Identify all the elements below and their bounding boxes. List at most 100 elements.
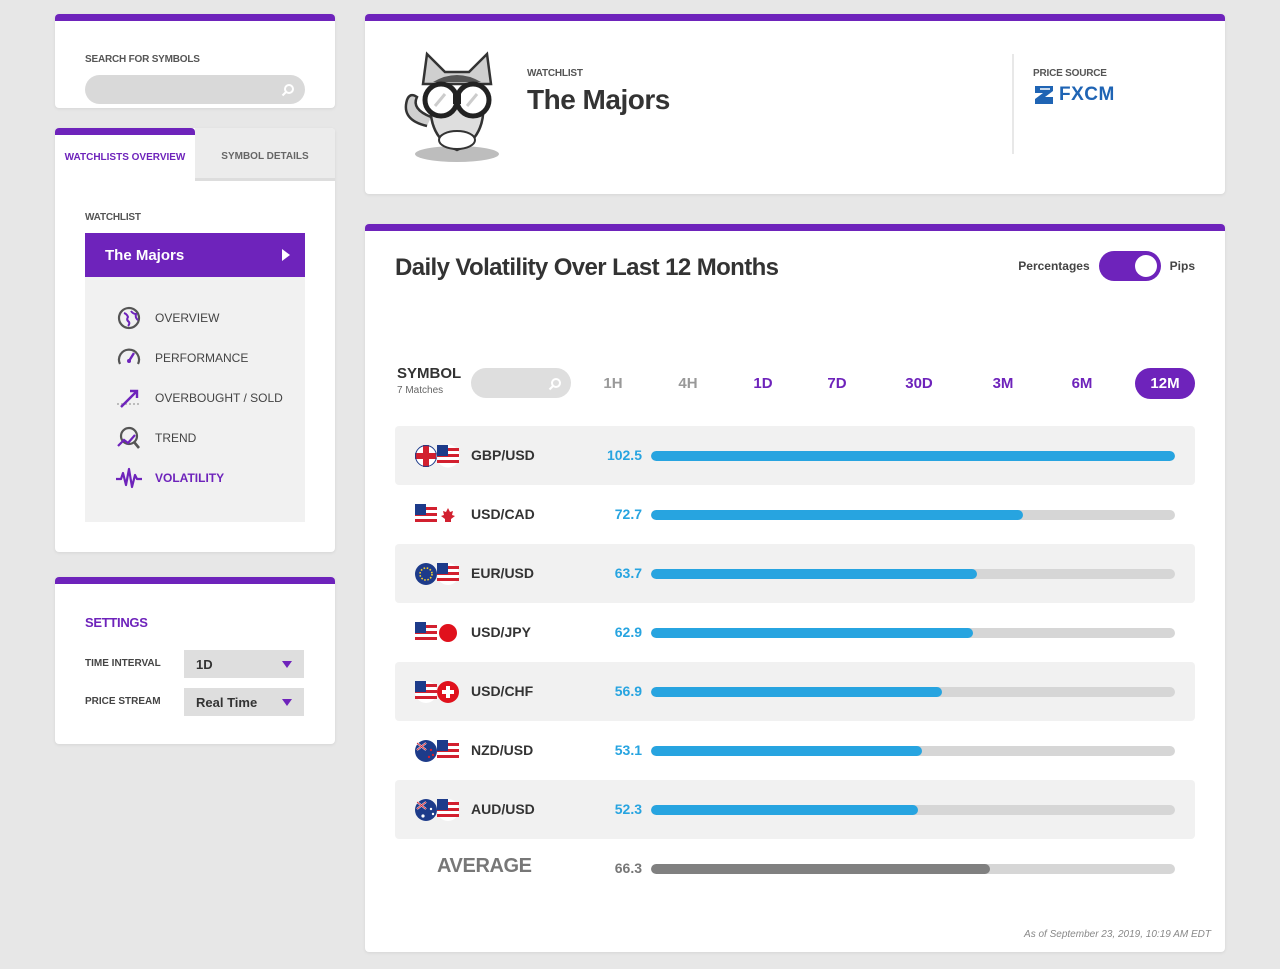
table-row[interactable]: NZD/USD 53.1 [395, 721, 1195, 780]
volatility-value: 62.9 [614, 624, 642, 640]
volatility-bar-track [651, 805, 1175, 815]
eu-us-flags-icon [415, 563, 459, 585]
volatility-value: 72.7 [614, 506, 642, 522]
period-12m[interactable]: 12M [1135, 368, 1195, 399]
price-stream-select[interactable]: Real Time [184, 688, 304, 716]
menu-item-overbought-sold[interactable]: OVERBOUGHT / SOLD [115, 384, 295, 412]
volatility-value: 102.5 [606, 447, 642, 463]
menu-item-overview[interactable]: OVERVIEW [115, 304, 295, 332]
play-arrow-icon [282, 249, 290, 261]
search-panel: SEARCH FOR SYMBOLS [55, 14, 335, 108]
globe-icon [117, 306, 141, 330]
period-7d[interactable]: 7D [819, 368, 855, 399]
menu-item-label: PERFORMANCE [155, 351, 249, 365]
caret-down-icon [282, 699, 292, 706]
symbol-name[interactable]: USD/CHF [471, 683, 533, 699]
menu-item-label: OVERBOUGHT / SOLD [155, 391, 283, 405]
price-stream-value: Real Time [196, 694, 258, 710]
units-toggle-group: Percentages Pips [1018, 251, 1195, 281]
tab-symbol-details[interactable]: SYMBOL DETAILS [195, 128, 335, 181]
watchlist-selector[interactable]: The Majors [85, 233, 305, 277]
period-1h[interactable]: 1H [595, 368, 631, 399]
magnifier-trend-icon [117, 426, 140, 449]
average-bar [651, 864, 990, 874]
menu-item-label: OVERVIEW [155, 311, 220, 325]
watchlist-small-label: WATCHLIST [527, 68, 583, 79]
toggle-left-label[interactable]: Percentages [1018, 259, 1089, 273]
menu-item-performance[interactable]: PERFORMANCE [115, 344, 295, 372]
symbol-name[interactable]: USD/JPY [471, 624, 531, 640]
volatility-bar [651, 805, 919, 815]
table-row[interactable]: USD/JPY 62.9 [395, 603, 1195, 662]
average-label: AVERAGE [437, 855, 532, 877]
pulse-icon [116, 467, 142, 489]
symbol-search-input[interactable] [85, 75, 305, 104]
symbol-name[interactable]: AUD/USD [471, 801, 535, 817]
symbol-name[interactable]: EUR/USD [471, 565, 534, 581]
units-toggle[interactable] [1098, 251, 1161, 281]
period-3m[interactable]: 3M [983, 368, 1023, 399]
period-1d[interactable]: 1D [745, 368, 781, 399]
period-4h[interactable]: 4H [670, 368, 706, 399]
volatility-value: 56.9 [614, 683, 642, 699]
volatility-bar-track [651, 687, 1175, 697]
volatility-bar-track [651, 746, 1175, 756]
tab-watchlists-overview[interactable]: WATCHLISTS OVERVIEW [55, 128, 195, 181]
volatility-bar-track [651, 510, 1175, 520]
time-interval-select[interactable]: 1D [184, 650, 304, 678]
price-source-label: PRICE SOURCE [1033, 68, 1107, 79]
toggle-right-label[interactable]: Pips [1170, 259, 1195, 273]
us-swiss-flags-icon [415, 681, 459, 703]
caret-down-icon [282, 661, 292, 668]
cat-binoculars-mascot-icon [404, 51, 499, 162]
toggle-knob [1134, 255, 1157, 277]
watchlist-menu: OVERVIEW PERFORMANCE OVERBOUGHT / SOLD T… [85, 277, 305, 522]
volatility-value: 53.1 [614, 742, 642, 758]
symbol-column-header: SYMBOL [397, 365, 462, 382]
menu-item-label: VOLATILITY [155, 471, 225, 485]
header-divider [1012, 54, 1014, 154]
speedometer-icon [117, 348, 141, 365]
table-row[interactable]: AUD/USD 52.3 [395, 780, 1195, 839]
time-interval-label: TIME INTERVAL [85, 658, 161, 669]
volatility-value: 63.7 [614, 565, 642, 581]
match-count: 7 Matches [397, 385, 444, 396]
period-6m[interactable]: 6M [1062, 368, 1102, 399]
watchlist-label: WATCHLIST [85, 212, 141, 223]
timestamp: As of September 23, 2019, 10:19 AM EDT [1024, 929, 1211, 940]
table-row[interactable]: EUR/USD 63.7 [395, 544, 1195, 603]
period-30d[interactable]: 30D [896, 368, 942, 399]
volatility-bar [651, 569, 977, 579]
symbol-name[interactable]: NZD/USD [471, 742, 533, 758]
nz-us-flags-icon [415, 740, 459, 762]
volatility-bar [651, 628, 973, 638]
volatility-bar [651, 510, 1023, 520]
panel-title: Daily Volatility Over Last 12 Months [395, 254, 779, 281]
menu-item-label: TREND [155, 431, 197, 445]
trend-arrow-icon [117, 389, 141, 408]
fxcm-logo: FXCM [1033, 84, 1115, 106]
search-icon[interactable] [281, 83, 295, 97]
us-japan-flags-icon [415, 622, 459, 644]
volatility-bar-track [651, 628, 1175, 638]
settings-title: SETTINGS [85, 615, 148, 630]
watchlist-header: WATCHLIST The Majors PRICE SOURCE FXCM [365, 14, 1225, 194]
volatility-bar [651, 451, 1175, 461]
time-interval-value: 1D [196, 656, 213, 672]
volatility-bar [651, 746, 923, 756]
search-label: SEARCH FOR SYMBOLS [85, 54, 200, 65]
average-value: 66.3 [614, 860, 642, 876]
table-row[interactable]: GBP/USD 102.5 [395, 426, 1195, 485]
search-icon[interactable] [548, 377, 562, 391]
symbol-name[interactable]: GBP/USD [471, 447, 535, 463]
us-canada-flags-icon [415, 504, 459, 526]
average-bar-track [651, 864, 1175, 874]
table-row[interactable]: USD/CHF 56.9 [395, 662, 1195, 721]
table-row[interactable]: USD/CAD 72.7 [395, 485, 1195, 544]
menu-item-volatility[interactable]: VOLATILITY [115, 464, 295, 492]
watchlist-title: The Majors [527, 84, 670, 115]
menu-item-trend[interactable]: TREND [115, 424, 295, 452]
symbol-name[interactable]: USD/CAD [471, 506, 535, 522]
volatility-panel: Daily Volatility Over Last 12 Months Per… [365, 224, 1225, 952]
uk-us-flags-icon [415, 444, 460, 468]
